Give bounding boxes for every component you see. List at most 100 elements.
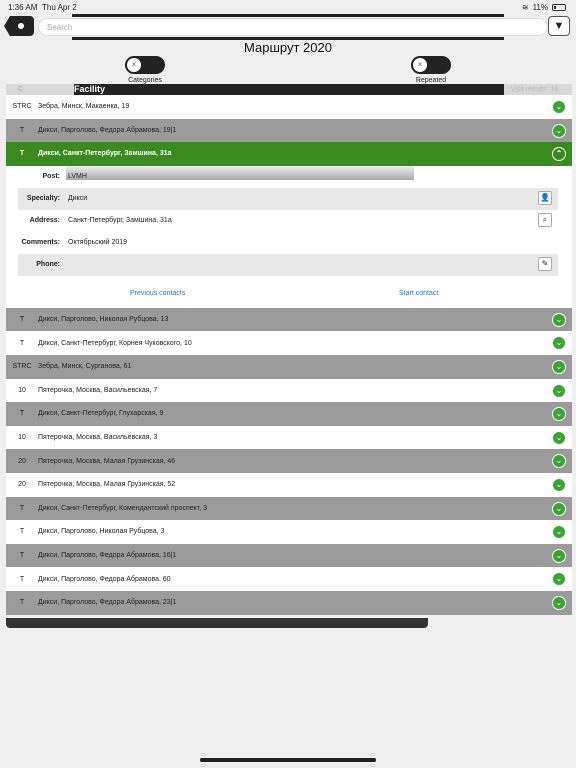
header-facility[interactable]: Facility: [74, 84, 504, 95]
filter-icon: ▼: [553, 20, 565, 32]
toggle-off-icon: ×: [127, 58, 141, 72]
row-code: T: [19, 339, 25, 347]
table-row-selected[interactable]: T Дикси, Санкт-Петербург, Замшина, 31а ⌃: [6, 142, 572, 166]
chevron-down-icon[interactable]: ⌄: [552, 572, 566, 587]
post-label: Post:: [42, 173, 61, 181]
row-address: Дикси, Санкт-Петербург, Замшина, 31а: [38, 150, 172, 158]
chevron-down-icon[interactable]: ⌄: [552, 123, 566, 138]
search-input[interactable]: Search: [38, 18, 548, 36]
row-address: Дикси, Парголово, Николая Рубцова, 3: [38, 528, 165, 536]
table-row[interactable]: T Дикси, Парголово, Федора Абрамова, 19|…: [6, 118, 572, 143]
row-code: T: [19, 150, 25, 158]
row-address: Дикси, Парголово, Федора Абрамова, 19|1: [38, 126, 177, 134]
chevron-down-icon[interactable]: ⌄: [552, 336, 566, 351]
row-address: Дикси, Санкт-Петербург, Корнея Чуковског…: [38, 339, 192, 347]
chevron-down-icon[interactable]: ⌄: [552, 454, 566, 469]
previous-contacts-link[interactable]: Previous contacts: [130, 290, 185, 297]
repeated-toggle[interactable]: ×: [411, 56, 451, 74]
row-code: 20: [18, 481, 26, 489]
start-contact-link[interactable]: Start contact: [399, 290, 438, 297]
search-top-strip: [72, 14, 504, 17]
row-address: Зебра, Минск, Сурганова, 61: [38, 363, 132, 371]
edit-icon[interactable]: ✎: [538, 256, 552, 271]
bottom-scroll-bar[interactable]: [6, 618, 428, 628]
page-title: Маршрут 2020: [244, 40, 332, 55]
home-indicator[interactable]: [200, 758, 376, 762]
chevron-down-icon[interactable]: ⌄: [552, 383, 566, 398]
post-field: Post: LVMH: [18, 166, 558, 188]
chevron-down-icon[interactable]: ⌄: [552, 501, 566, 516]
row-code: 20: [18, 457, 26, 465]
specialty-value: Дикси: [68, 195, 88, 203]
repeated-label: Repeated: [415, 77, 447, 84]
row-code: T: [19, 528, 25, 536]
header-visit-results: Visit results: 18: [510, 86, 558, 93]
row-address: Дикси, Парголово, Федора Абрамова, 60: [38, 575, 171, 583]
contact-person-icon[interactable]: 👤: [538, 190, 552, 205]
filter-button[interactable]: ▼: [548, 16, 570, 36]
chevron-down-icon[interactable]: ⌄: [552, 477, 566, 492]
address-label: Address:: [29, 217, 60, 225]
row-address: Дикси, Санкт-Петербург, Комендантский пр…: [38, 504, 207, 512]
row-code: T: [19, 599, 25, 607]
contact-detail-panel: Post: LVMH Specialty: Дикси 👤 Address: С…: [6, 165, 572, 308]
table-row[interactable]: T Дикси, Санкт-Петербург, Корнея Чуковско…: [6, 331, 572, 355]
chevron-down-icon[interactable]: ⌄: [552, 407, 566, 422]
table-row[interactable]: T Дикси, Парголово, Федора Абрамова, 16|1…: [6, 543, 572, 568]
chevron-down-icon[interactable]: ⌄: [552, 525, 566, 540]
table-row[interactable]: T Дикси, Парголово, Федора Абрамова, 23|1…: [6, 590, 572, 615]
row-address: Пятерочка, Москва, Малая Грузинская, 52: [38, 481, 176, 489]
chevron-down-icon[interactable]: ⌄: [552, 100, 566, 114]
table-row[interactable]: STRC Зебра, Минск, Сурганова, 61 ⌄: [6, 354, 572, 379]
table-row[interactable]: T Дикси, Санкт-Петербург, Комендантский п…: [6, 496, 572, 521]
header-c: C: [18, 86, 24, 93]
row-address: Пятерочка, Москва, Васильевская, 3: [38, 434, 158, 442]
comments-label: Comments:: [21, 239, 60, 247]
row-code: T: [19, 316, 25, 324]
row-code: T: [19, 126, 25, 134]
table-row[interactable]: T Дикси, Парголово, Федора Абрамова, 60 ⌄: [6, 567, 572, 591]
chevron-down-icon[interactable]: ⌄: [552, 430, 566, 445]
battery-percent: 11%: [532, 3, 548, 12]
specialty-label: Specialty:: [26, 195, 60, 203]
address-field: Address: Санкт-Петербург, Замшина, 31а ⌕: [18, 210, 558, 232]
table-row[interactable]: T Дикси, Парголово, Николая Рубцова, 13 ⌄: [6, 307, 572, 332]
status-bar: 1:36 AM Thu Apr 2 ≋ 11%: [0, 0, 576, 14]
post-value: LVMH: [68, 173, 87, 181]
top-bar: Search ▼: [0, 14, 576, 40]
categories-toggle[interactable]: ×: [125, 56, 165, 74]
row-address: Пятерочка, Москва, Малая Грузинская, 46: [38, 457, 176, 465]
table-row[interactable]: 20 Пятерочка, Москва, Малая Грузинская, 4…: [6, 449, 572, 473]
toggle-off-icon: ×: [413, 58, 427, 72]
specialty-field: Specialty: Дикси 👤: [18, 187, 558, 210]
comments-field: Comments: Октябрьский 2019: [18, 232, 558, 254]
back-button[interactable]: [4, 16, 34, 36]
chevron-down-icon[interactable]: ⌄: [552, 312, 566, 327]
categories-label: Categories: [128, 77, 162, 84]
row-address: Пятерочка, Москва, Васильевская, 7: [38, 386, 158, 394]
repeated-toggle-group: × Repeated: [396, 56, 466, 84]
table-row[interactable]: STRC Зебра, Минск, Макаенка, 19 ⌄: [6, 95, 572, 119]
row-code: 10: [18, 434, 26, 442]
row-code: STRC: [12, 363, 32, 371]
table-row[interactable]: 20 Пятерочка, Москва, Малая Грузинская, 5…: [6, 472, 572, 497]
chevron-down-icon[interactable]: ⌄: [552, 359, 566, 374]
phone-field: Phone: ✎: [18, 253, 558, 276]
table-row[interactable]: T Дикси, Санкт-Петербург, Глухарская, 9 ⌄: [6, 402, 572, 426]
table-row[interactable]: 10 Пятерочка, Москва, Васильевская, 3 ⌄: [6, 425, 572, 450]
chevron-down-icon[interactable]: ⌄: [552, 548, 566, 563]
address-value: Санкт-Петербург, Замшина, 31а: [68, 217, 172, 225]
categories-toggle-group: × Categories: [110, 56, 180, 84]
row-address: Дикси, Парголово, Федора Абрамова, 16|1: [38, 552, 177, 560]
status-date: Thu Apr 2: [42, 3, 77, 12]
row-address: Дикси, Парголово, Николая Рубцова, 13: [38, 316, 169, 324]
row-address: Зебра, Минск, Макаенка, 19: [38, 103, 130, 111]
battery-icon: [552, 4, 566, 11]
search-icon[interactable]: ⌕: [538, 212, 552, 227]
chevron-up-icon[interactable]: ⌃: [552, 147, 566, 162]
phone-label: Phone:: [36, 261, 60, 269]
table-row[interactable]: 10 Пятерочка, Москва, Васильевская, 7 ⌄: [6, 378, 572, 403]
chevron-down-icon[interactable]: ⌄: [552, 595, 566, 610]
status-time: 1:36 AM: [8, 3, 38, 12]
table-row[interactable]: T Дикси, Парголово, Николая Рубцова, 3 ⌄: [6, 520, 572, 544]
